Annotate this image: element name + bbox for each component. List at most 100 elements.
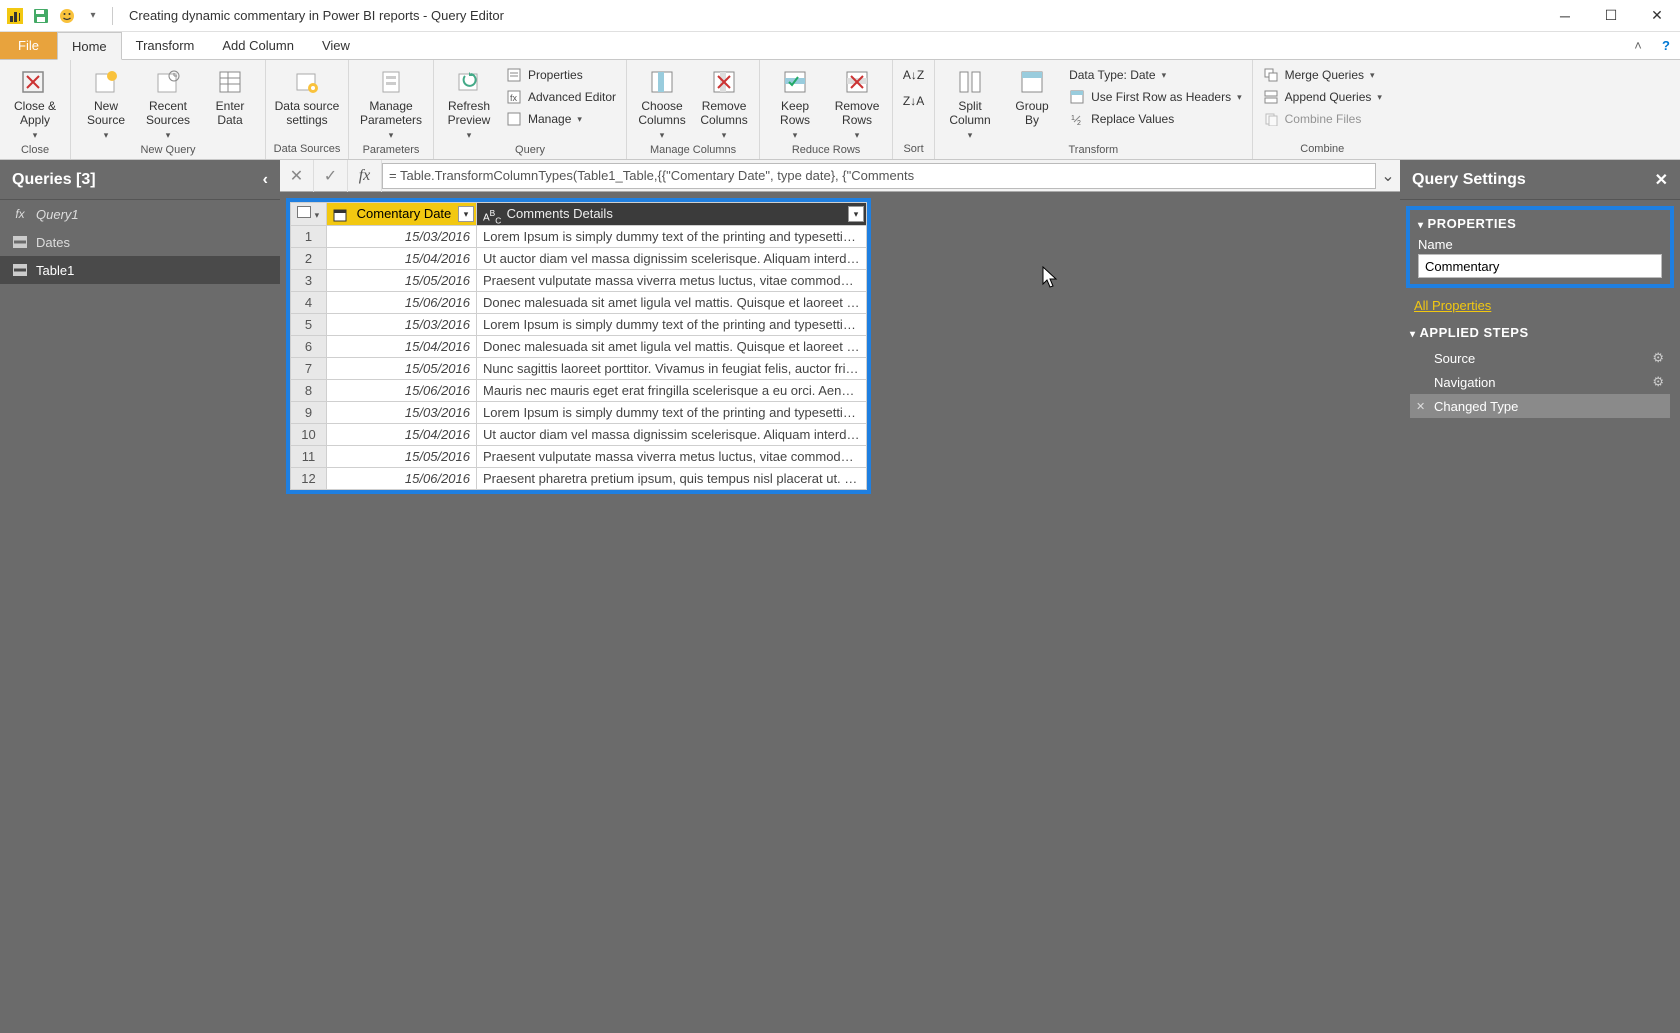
query-item-dates[interactable]: Dates xyxy=(0,228,280,256)
cell-date[interactable]: 15/06/2016 xyxy=(327,467,477,489)
table-row[interactable]: 915/03/2016Lorem Ipsum is simply dummy t… xyxy=(291,401,867,423)
help-icon[interactable]: ? xyxy=(1652,32,1680,59)
cell-comments[interactable]: Nunc sagittis laoreet porttitor. Vivamus… xyxy=(477,357,867,379)
cell-date[interactable]: 15/04/2016 xyxy=(327,247,477,269)
minimize-button[interactable]: ─ xyxy=(1542,0,1588,32)
collapse-queries-icon[interactable]: ‹ xyxy=(263,171,268,189)
row-number[interactable]: 8 xyxy=(291,379,327,401)
table-row[interactable]: 715/05/2016Nunc sagittis laoreet porttit… xyxy=(291,357,867,379)
column-filter-comments-icon[interactable] xyxy=(848,206,864,222)
cell-date[interactable]: 15/04/2016 xyxy=(327,423,477,445)
row-number[interactable]: 1 xyxy=(291,225,327,247)
close-settings-icon[interactable]: ✕ xyxy=(1655,170,1668,190)
cell-date[interactable]: 15/06/2016 xyxy=(327,291,477,313)
query-name-input[interactable] xyxy=(1418,254,1662,278)
gear-icon[interactable]: ⚙ xyxy=(1652,350,1664,366)
gear-icon[interactable]: ⚙ xyxy=(1652,374,1664,390)
cell-date[interactable]: 15/05/2016 xyxy=(327,357,477,379)
step-changed-type[interactable]: Changed Type xyxy=(1410,394,1670,418)
data-type-button[interactable]: Data Type: Date xyxy=(1065,64,1246,86)
cell-comments[interactable]: Praesent vulputate massa viverra metus l… xyxy=(477,445,867,467)
recent-sources-button[interactable]: Recent Sources xyxy=(139,64,197,142)
row-number[interactable]: 10 xyxy=(291,423,327,445)
row-number[interactable]: 9 xyxy=(291,401,327,423)
merge-queries-button[interactable]: Merge Queries xyxy=(1259,64,1386,86)
combine-files-button[interactable]: Combine Files xyxy=(1259,108,1386,130)
append-queries-button[interactable]: Append Queries xyxy=(1259,86,1386,108)
choose-columns-button[interactable]: Choose Columns xyxy=(633,64,691,142)
formula-expand-icon[interactable]: ⌄ xyxy=(1376,166,1400,186)
keep-rows-button[interactable]: Keep Rows xyxy=(766,64,824,142)
row-number[interactable]: 7 xyxy=(291,357,327,379)
cell-comments[interactable]: Lorem Ipsum is simply dummy text of the … xyxy=(477,401,867,423)
properties-button[interactable]: Properties xyxy=(502,64,620,86)
save-icon[interactable] xyxy=(30,5,52,27)
maximize-button[interactable]: ☐ xyxy=(1588,0,1634,32)
table-row[interactable]: 1115/05/2016Praesent vulputate massa viv… xyxy=(291,445,867,467)
fx-icon[interactable]: fx xyxy=(348,160,382,192)
data-source-settings-button[interactable]: Data source settings xyxy=(272,64,342,130)
formula-commit-button[interactable]: ✓ xyxy=(314,160,348,192)
sort-desc-button[interactable]: Z↓A xyxy=(899,90,928,112)
tab-home[interactable]: Home xyxy=(57,32,122,60)
enter-data-button[interactable]: Enter Data xyxy=(201,64,259,130)
new-source-button[interactable]: New Source xyxy=(77,64,135,142)
step-source[interactable]: Source⚙ xyxy=(1410,346,1670,370)
refresh-preview-button[interactable]: Refresh Preview xyxy=(440,64,498,142)
row-number[interactable]: 3 xyxy=(291,269,327,291)
manage-query-button[interactable]: Manage xyxy=(502,108,620,130)
table-row[interactable]: 815/06/2016Mauris nec mauris eget erat f… xyxy=(291,379,867,401)
cell-comments[interactable]: Donec malesuada sit amet ligula vel matt… xyxy=(477,335,867,357)
cell-date[interactable]: 15/03/2016 xyxy=(327,313,477,335)
query-item-table1[interactable]: Table1 xyxy=(0,256,280,284)
row-number[interactable]: 11 xyxy=(291,445,327,467)
cell-date[interactable]: 15/03/2016 xyxy=(327,401,477,423)
close-button[interactable]: ✕ xyxy=(1634,0,1680,32)
split-column-button[interactable]: Split Column xyxy=(941,64,999,142)
cell-date[interactable]: 15/05/2016 xyxy=(327,445,477,467)
table-row[interactable]: 615/04/2016Donec malesuada sit amet ligu… xyxy=(291,335,867,357)
cell-comments[interactable]: Lorem Ipsum is simply dummy text of the … xyxy=(477,225,867,247)
table-row[interactable]: 1015/04/2016Ut auctor diam vel massa dig… xyxy=(291,423,867,445)
cell-comments[interactable]: Mauris nec mauris eget erat fringilla sc… xyxy=(477,379,867,401)
cell-comments[interactable]: Ut auctor diam vel massa dignissim scele… xyxy=(477,247,867,269)
applied-steps-heading[interactable]: APPLIED STEPS xyxy=(1410,325,1670,340)
cell-comments[interactable]: Praesent pharetra pretium ipsum, quis te… xyxy=(477,467,867,489)
tab-transform[interactable]: Transform xyxy=(122,32,209,59)
data-grid[interactable]: Comentary Date ABC Comments Details 115/… xyxy=(290,202,867,490)
properties-heading[interactable]: PROPERTIES xyxy=(1418,216,1662,231)
collapse-ribbon-icon[interactable]: ˄ xyxy=(1624,32,1652,59)
manage-parameters-button[interactable]: Manage Parameters xyxy=(355,64,427,142)
formula-input[interactable] xyxy=(382,163,1376,189)
table-row[interactable]: 415/06/2016Donec malesuada sit amet ligu… xyxy=(291,291,867,313)
close-and-apply-button[interactable]: Close & Apply xyxy=(6,64,64,142)
table-row[interactable]: 315/05/2016Praesent vulputate massa vive… xyxy=(291,269,867,291)
first-row-headers-button[interactable]: Use First Row as Headers xyxy=(1065,86,1246,108)
feedback-smiley-icon[interactable] xyxy=(56,5,78,27)
row-number[interactable]: 5 xyxy=(291,313,327,335)
row-number[interactable]: 6 xyxy=(291,335,327,357)
cell-comments[interactable]: Praesent vulputate massa viverra metus l… xyxy=(477,269,867,291)
table-row[interactable]: 215/04/2016Ut auctor diam vel massa dign… xyxy=(291,247,867,269)
cell-comments[interactable]: Donec malesuada sit amet ligula vel matt… xyxy=(477,291,867,313)
row-number[interactable]: 4 xyxy=(291,291,327,313)
step-navigation[interactable]: Navigation⚙ xyxy=(1410,370,1670,394)
column-header-date[interactable]: Comentary Date xyxy=(327,203,477,226)
qat-dropdown-icon[interactable]: ▾ xyxy=(82,5,104,27)
row-number[interactable]: 12 xyxy=(291,467,327,489)
cell-comments[interactable]: Ut auctor diam vel massa dignissim scele… xyxy=(477,423,867,445)
file-tab[interactable]: File xyxy=(0,32,57,59)
replace-values-button[interactable]: 12 Replace Values xyxy=(1065,108,1246,130)
advanced-editor-button[interactable]: fx Advanced Editor xyxy=(502,86,620,108)
row-number[interactable]: 2 xyxy=(291,247,327,269)
all-properties-link[interactable]: All Properties xyxy=(1400,294,1680,317)
column-header-comments[interactable]: ABC Comments Details xyxy=(477,203,867,226)
grid-corner[interactable] xyxy=(291,203,327,226)
table-row[interactable]: 515/03/2016Lorem Ipsum is simply dummy t… xyxy=(291,313,867,335)
cell-date[interactable]: 15/06/2016 xyxy=(327,379,477,401)
table-row[interactable]: 1215/06/2016Praesent pharetra pretium ip… xyxy=(291,467,867,489)
tab-add-column[interactable]: Add Column xyxy=(208,32,308,59)
remove-rows-button[interactable]: Remove Rows xyxy=(828,64,886,142)
sort-asc-button[interactable]: A↓Z xyxy=(899,64,928,86)
tab-view[interactable]: View xyxy=(308,32,364,59)
